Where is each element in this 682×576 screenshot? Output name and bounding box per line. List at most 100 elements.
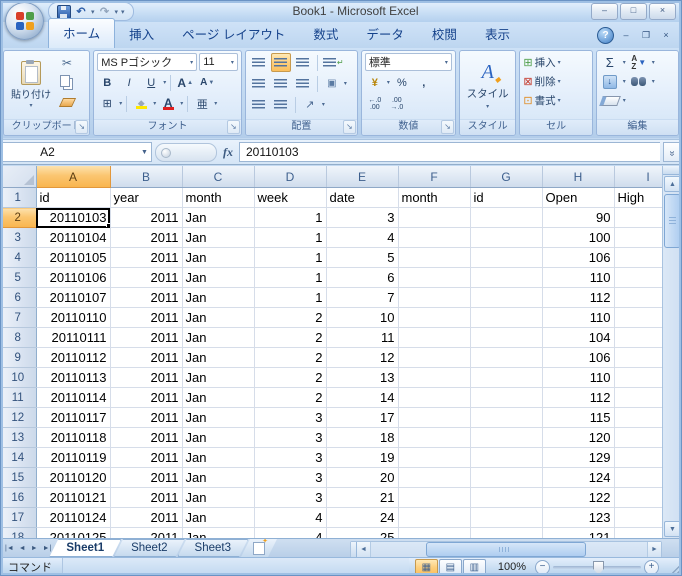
phonetic-dropdown[interactable]: ▾	[214, 100, 217, 107]
cell-E4[interactable]: 5	[326, 247, 399, 268]
wrap-text-button[interactable]: ↵	[322, 53, 345, 72]
borders-button[interactable]: ⊞	[97, 94, 117, 113]
align-left-button[interactable]	[249, 74, 269, 93]
column-header-G[interactable]: G	[470, 166, 543, 188]
tab-insert[interactable]: 挿入	[115, 20, 168, 48]
cell-G14[interactable]	[470, 447, 543, 468]
cell-A13[interactable]: 20110118	[36, 427, 111, 448]
cell-H18[interactable]: 121	[542, 527, 615, 538]
cell-E11[interactable]: 14	[326, 387, 399, 408]
copy-button[interactable]	[57, 73, 77, 92]
cell-A4[interactable]: 20110105	[36, 247, 111, 268]
cell-G10[interactable]	[470, 367, 543, 388]
cell-C4[interactable]: Jan	[182, 247, 255, 268]
paste-dropdown[interactable]: ▾	[29, 102, 32, 109]
underline-button[interactable]: U	[141, 73, 161, 92]
cell-E12[interactable]: 17	[326, 407, 399, 428]
cell-A1[interactable]: id	[36, 187, 111, 208]
last-sheet-button[interactable]: ►|	[41, 543, 54, 554]
sort-filter-dropdown[interactable]: ▾	[652, 59, 655, 66]
cell-H12[interactable]: 115	[542, 407, 615, 428]
cell-D7[interactable]: 2	[254, 307, 327, 328]
cell-D17[interactable]: 4	[254, 507, 327, 528]
cell-E18[interactable]: 25	[326, 527, 399, 538]
cell-G4[interactable]	[470, 247, 543, 268]
doc-restore-button[interactable]: ❐	[638, 29, 654, 42]
cell-C17[interactable]: Jan	[182, 507, 255, 528]
cell-E14[interactable]: 19	[326, 447, 399, 468]
cell-G16[interactable]	[470, 487, 543, 508]
cell-A14[interactable]: 20110119	[36, 447, 111, 468]
cell-A12[interactable]: 20110117	[36, 407, 111, 428]
row-header[interactable]: 10	[0, 367, 37, 388]
cell-C13[interactable]: Jan	[182, 427, 255, 448]
cell-D18[interactable]: 4	[254, 527, 327, 538]
undo-dropdown[interactable]: ▾	[91, 8, 95, 16]
font-color-dropdown[interactable]: ▾	[180, 100, 183, 107]
cell-A3[interactable]: 20110104	[36, 227, 111, 248]
cell-B10[interactable]: 2011	[110, 367, 183, 388]
format-painter-button[interactable]	[57, 93, 77, 112]
scroll-right-button[interactable]: ►	[647, 542, 661, 557]
cell-D5[interactable]: 1	[254, 267, 327, 288]
scroll-left-button[interactable]: ◄	[357, 542, 371, 557]
cell-D11[interactable]: 2	[254, 387, 327, 408]
redo-dropdown[interactable]: ▾	[115, 8, 119, 16]
row-header[interactable]: 15	[0, 467, 37, 488]
cell-B13[interactable]: 2011	[110, 427, 183, 448]
cell-H3[interactable]: 100	[542, 227, 615, 248]
cell-H8[interactable]: 104	[542, 327, 615, 348]
cell-B14[interactable]: 2011	[110, 447, 183, 468]
cell-C7[interactable]: Jan	[182, 307, 255, 328]
cell-H15[interactable]: 124	[542, 467, 615, 488]
cell-G7[interactable]	[470, 307, 543, 328]
merge-center-button[interactable]: ▣	[322, 74, 342, 93]
cell-A6[interactable]: 20110107	[36, 287, 111, 308]
cell-E13[interactable]: 18	[326, 427, 399, 448]
name-box[interactable]: A2 ▼	[2, 142, 152, 162]
cell-H1[interactable]: Open	[542, 187, 615, 208]
cell-G2[interactable]	[470, 207, 543, 228]
vertical-scroll-thumb[interactable]	[664, 194, 681, 248]
cell-B3[interactable]: 2011	[110, 227, 183, 248]
cell-C2[interactable]: Jan	[182, 207, 255, 228]
cell-F18[interactable]	[398, 527, 471, 538]
cell-A2[interactable]: 20110103	[36, 207, 111, 228]
align-top-button[interactable]	[249, 53, 269, 72]
cell-G5[interactable]	[470, 267, 543, 288]
sheet-tab-sheet3[interactable]: Sheet3	[178, 539, 248, 557]
cell-F5[interactable]	[398, 267, 471, 288]
align-center-button[interactable]	[271, 74, 291, 93]
align-bottom-button[interactable]	[293, 53, 313, 72]
cell-E2[interactable]: 3	[326, 207, 399, 228]
tab-view[interactable]: 表示	[471, 20, 524, 48]
insert-function-button[interactable]: fx	[220, 145, 236, 160]
tab-home[interactable]: ホーム	[48, 18, 116, 48]
row-header[interactable]: 6	[0, 287, 37, 308]
decrease-indent-button[interactable]	[249, 95, 269, 114]
cell-E15[interactable]: 20	[326, 467, 399, 488]
cell-H14[interactable]: 129	[542, 447, 615, 468]
scroll-down-button[interactable]: ▼	[664, 521, 681, 537]
cell-D10[interactable]: 2	[254, 367, 327, 388]
row-header[interactable]: 14	[0, 447, 37, 468]
number-dialog-launcher[interactable]: ↘	[440, 120, 454, 134]
cell-F12[interactable]	[398, 407, 471, 428]
find-select-button[interactable]	[629, 72, 649, 91]
cell-B2[interactable]: 2011	[110, 207, 183, 228]
cell-E9[interactable]: 12	[326, 347, 399, 368]
cell-D4[interactable]: 1	[254, 247, 327, 268]
horizontal-scroll-thumb[interactable]	[426, 542, 586, 557]
increase-decimal-button[interactable]: ←.0 .00	[365, 94, 385, 113]
grow-font-button[interactable]: A ▲	[175, 73, 195, 92]
redo-button[interactable]: ↷	[98, 5, 112, 19]
cell-B16[interactable]: 2011	[110, 487, 183, 508]
cell-D9[interactable]: 2	[254, 347, 327, 368]
cell-G8[interactable]	[470, 327, 543, 348]
zoom-in-button[interactable]: +	[644, 559, 659, 575]
cell-G9[interactable]	[470, 347, 543, 368]
cell-D6[interactable]: 1	[254, 287, 327, 308]
comma-button[interactable]: ,	[414, 73, 434, 92]
page-break-view-button[interactable]: ▥	[462, 558, 486, 576]
bold-button[interactable]: B	[97, 73, 117, 92]
